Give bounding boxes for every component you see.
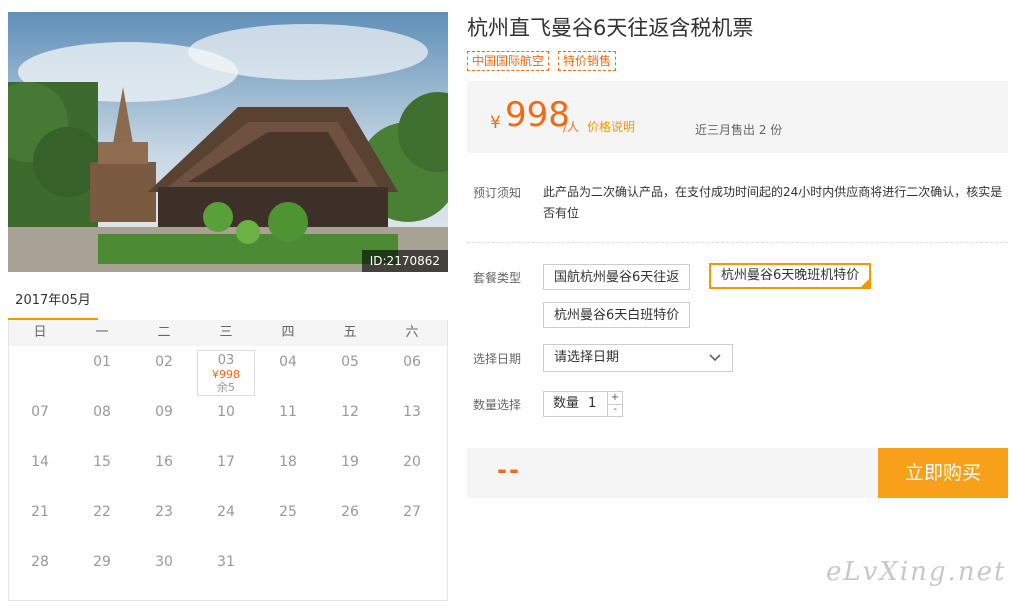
notice-label: 预订须知 <box>473 186 522 200</box>
buy-bar: -- 立即购买 <box>467 448 1008 498</box>
date-select-placeholder: 请选择日期 <box>554 350 620 365</box>
sold-count: 近三月售出 2 份 <box>695 123 783 137</box>
weekday-label: 日 <box>33 325 47 340</box>
package-option-label: 国航杭州曼谷6天往返 <box>554 270 680 285</box>
calendar-day: 19 <box>341 454 359 470</box>
currency-symbol: ¥ <box>490 113 501 133</box>
package-option-label: 杭州曼谷6天晚班机特价 <box>721 268 860 283</box>
calendar-day: 06 <box>403 354 421 370</box>
weekday-label: 一 <box>95 325 109 340</box>
calendar-day: 07 <box>31 404 49 420</box>
product-tags: 中国国际航空 特价销售 <box>467 51 617 71</box>
total-price: -- <box>497 456 521 484</box>
calendar-day: 16 <box>155 454 173 470</box>
calendar-day: 25 <box>279 504 297 520</box>
package-option-2[interactable]: 杭州曼谷6天白班特价 <box>543 302 691 328</box>
price-panel: ¥ 998 /人 价格说明 近三月售出 2 份 <box>467 81 1008 153</box>
notice-text: 此产品为二次确认产品，在支付成功时间起的24小时内供应商将进行二次确认，核实是否… <box>543 185 1003 220</box>
calendar-day: 28 <box>31 554 49 570</box>
quantity-decrease-button[interactable]: - <box>607 404 622 416</box>
selected-check-icon <box>861 279 870 287</box>
calendar-day: 09 <box>155 404 173 420</box>
watermark-logo: eLvXing.net <box>826 557 1007 587</box>
calendar: 日 一 二 三 四 五 六 01 02 03 ¥998 余5 04 05 06 … <box>8 320 448 601</box>
calendar-day: 12 <box>341 404 359 420</box>
photo-id-label: ID:2170862 <box>361 250 448 272</box>
calendar-empty-cell <box>9 346 71 396</box>
date-label: 选择日期 <box>473 352 522 366</box>
calendar-day: 11 <box>279 404 297 420</box>
calendar-day: 05 <box>341 354 359 370</box>
quantity-input[interactable]: 1 <box>588 392 596 416</box>
price-explain-link[interactable]: 价格说明 <box>587 118 635 135</box>
calendar-day: 21 <box>31 504 49 520</box>
calendar-month-tab[interactable]: 2017年05月 <box>8 286 98 321</box>
calendar-day: 17 <box>217 454 235 470</box>
product-photo: ID:2170862 <box>8 12 448 272</box>
price-amount: 998 <box>505 95 570 135</box>
calendar-day: 01 <box>93 354 111 370</box>
product-title: 杭州直飞曼谷6天往返含税机票 <box>467 16 754 40</box>
quantity-stepper: 数量 1 + - <box>543 391 623 417</box>
calendar-grid: 01 02 03 ¥998 余5 04 05 06 07 08 09 10 11… <box>9 346 447 596</box>
calendar-day: 13 <box>403 404 421 420</box>
tag-airline: 中国国际航空 <box>467 51 550 71</box>
package-option-1-selected[interactable]: 杭州曼谷6天晚班机特价 <box>709 263 872 289</box>
temple-image <box>8 12 448 272</box>
weekday-label: 三 <box>219 325 233 340</box>
package-option-label: 杭州曼谷6天白班特价 <box>554 308 680 323</box>
divider <box>467 242 1008 243</box>
weekday-label: 六 <box>405 325 419 340</box>
calendar-day: 08 <box>93 404 111 420</box>
calendar-weekday-header: 日 一 二 三 四 五 六 <box>9 320 447 346</box>
tag-special-sale: 特价销售 <box>558 51 617 71</box>
price-unit: /人 <box>563 120 580 134</box>
calendar-day: 04 <box>279 354 297 370</box>
calendar-day-remaining: 余5 <box>217 381 235 394</box>
package-label: 套餐类型 <box>473 271 522 285</box>
package-option-0[interactable]: 国航杭州曼谷6天往返 <box>543 264 691 290</box>
quantity-field-label: 数量 <box>553 396 580 411</box>
buy-now-button[interactable]: 立即购买 <box>878 448 1008 498</box>
calendar-day-available[interactable]: 03 ¥998 余5 <box>197 350 255 396</box>
calendar-day-number: 03 <box>217 353 235 368</box>
calendar-day-price: ¥998 <box>212 368 240 381</box>
calendar-day: 30 <box>155 554 173 570</box>
calendar-day: 14 <box>31 454 49 470</box>
calendar-day: 24 <box>217 504 235 520</box>
calendar-day: 18 <box>279 454 297 470</box>
calendar-day: 02 <box>155 354 173 370</box>
date-select[interactable]: 请选择日期 <box>543 344 733 372</box>
chevron-down-icon <box>709 354 721 362</box>
calendar-day: 29 <box>93 554 111 570</box>
calendar-month-bar: 2017年05月 <box>8 286 448 321</box>
weekday-label: 五 <box>343 325 357 340</box>
calendar-day: 23 <box>155 504 173 520</box>
weekday-label: 二 <box>157 325 171 340</box>
calendar-day: 10 <box>217 404 235 420</box>
quantity-label: 数量选择 <box>473 398 522 412</box>
calendar-day: 20 <box>403 454 421 470</box>
calendar-day: 26 <box>341 504 359 520</box>
weekday-label: 四 <box>281 325 295 340</box>
calendar-day: 22 <box>93 504 111 520</box>
calendar-day: 31 <box>217 554 235 570</box>
calendar-day: 27 <box>403 504 421 520</box>
calendar-day: 15 <box>93 454 111 470</box>
